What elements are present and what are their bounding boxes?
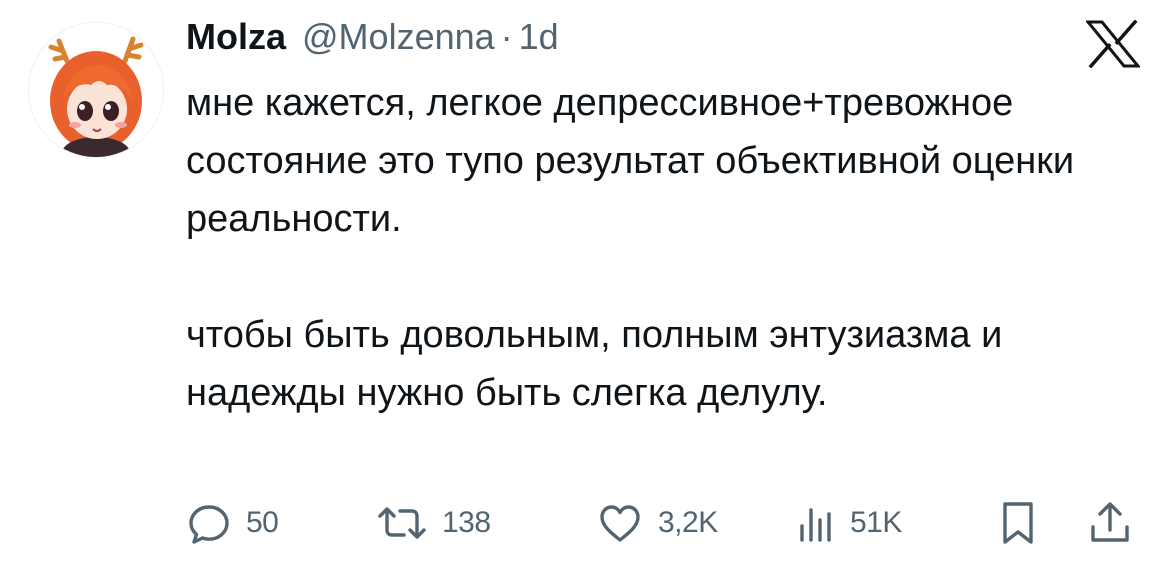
x-logo-icon: [1084, 19, 1142, 69]
tweet-paragraph: мне кажется, легкое депрессивное+тревожн…: [186, 82, 1075, 240]
action-bar: 50 138 3,2K 51K: [186, 498, 1146, 548]
views-button[interactable]: 51K: [796, 498, 902, 548]
bookmark-button[interactable]: [998, 498, 1038, 548]
like-icon: [600, 505, 640, 542]
retweet-icon: [378, 507, 426, 539]
separator-dot: ·: [500, 16, 513, 57]
tweet-paragraph: чтобы быть довольным, полным энтузиазма …: [186, 314, 1003, 414]
reply-count: 50: [246, 506, 279, 539]
avatar[interactable]: [28, 22, 164, 158]
tweet-body: мне кажется, легкое депрессивное+тревожн…: [186, 74, 1146, 422]
views-count: 51K: [850, 506, 902, 539]
retweet-button[interactable]: 138: [376, 498, 491, 548]
share-icon: [1091, 502, 1129, 542]
display-name[interactable]: Molza: [186, 16, 286, 58]
reply-button[interactable]: 50: [186, 498, 279, 548]
retweet-count: 138: [442, 506, 491, 539]
share-button[interactable]: [1088, 498, 1132, 548]
tweet-header: Molza @Molzenna · 1d: [186, 16, 559, 66]
bookmark-icon: [1003, 502, 1033, 544]
like-button[interactable]: 3,2K: [596, 498, 718, 548]
avatar-image: [29, 23, 163, 157]
user-handle[interactable]: @Molzenna: [302, 16, 495, 58]
reply-icon: [189, 505, 229, 544]
views-icon: [800, 508, 831, 542]
tweet-timestamp[interactable]: 1d: [519, 16, 559, 58]
like-count: 3,2K: [658, 506, 718, 539]
